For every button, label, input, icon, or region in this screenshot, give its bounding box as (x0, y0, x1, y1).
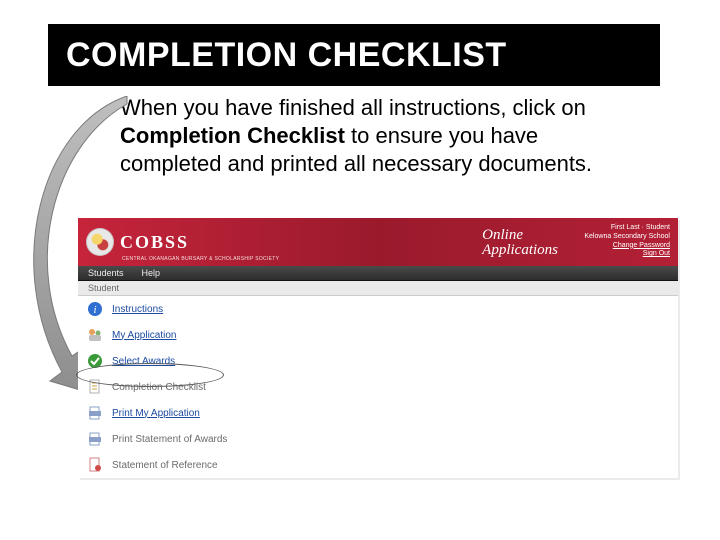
banner-title-line1: Online (482, 228, 558, 243)
slide-body-text: When you have finished all instructions,… (120, 94, 640, 178)
user-school-line: Kelowna Secondary School (584, 233, 670, 242)
print-icon (86, 431, 104, 447)
sign-out-link[interactable]: Sign Out (584, 250, 670, 259)
app-logo: COBSS (86, 228, 189, 256)
sidebar-item-label: Print Statement of Awards (112, 434, 227, 445)
people-icon (86, 327, 104, 343)
banner-title: Online Applications (482, 228, 558, 258)
app-menu-bar: Students Help (78, 266, 678, 281)
slide-title: COMPLETION CHECKLIST (66, 36, 507, 75)
sidebar-item-print-my-application[interactable]: Print My Application (78, 400, 308, 426)
sidebar-item-label: Print My Application (112, 408, 200, 419)
banner-title-line2: Applications (482, 243, 558, 258)
slide-title-bar: COMPLETION CHECKLIST (48, 24, 660, 86)
sidebar-item-statement-reference[interactable]: Statement of Reference (78, 452, 308, 478)
sidebar-item-label: Instructions (112, 304, 163, 315)
app-screenshot: COBSS CENTRAL OKANAGAN BURSARY & SCHOLAR… (78, 218, 678, 478)
logo-text: COBSS (120, 232, 189, 253)
body-bold: Completion Checklist (120, 123, 345, 148)
logo-swirl-icon (86, 228, 114, 256)
reference-icon (86, 457, 104, 473)
sidebar-item-label: Select Awards (112, 356, 175, 367)
banner-user-block: First Last · Student Kelowna Secondary S… (584, 224, 670, 259)
user-name-line: First Last · Student (584, 224, 670, 233)
check-icon (86, 353, 104, 369)
sidebar-item-select-awards[interactable]: Select Awards (78, 348, 308, 374)
svg-text:i: i (93, 304, 96, 316)
app-banner: COBSS CENTRAL OKANAGAN BURSARY & SCHOLAR… (78, 218, 678, 266)
change-password-link[interactable]: Change Password (584, 242, 670, 251)
info-icon: i (86, 301, 104, 317)
body-pre: When you have finished all instructions,… (120, 95, 586, 120)
app-sidebar: i Instructions My Application Select Awa… (78, 296, 308, 478)
sidebar-item-label: My Application (112, 330, 176, 341)
logo-subtitle: CENTRAL OKANAGAN BURSARY & SCHOLARSHIP S… (122, 256, 279, 262)
document-icon (86, 379, 104, 395)
sidebar-item-my-application[interactable]: My Application (78, 322, 308, 348)
print-icon (86, 405, 104, 421)
menu-students[interactable]: Students (88, 268, 124, 278)
menu-help[interactable]: Help (142, 268, 161, 278)
sidebar-item-instructions[interactable]: i Instructions (78, 296, 308, 322)
sidebar-item-label: Statement of Reference (112, 460, 218, 471)
app-submenu: Student (78, 281, 678, 296)
sidebar-item-completion-checklist[interactable]: Completion Checklist (78, 374, 308, 400)
sidebar-item-print-statement-awards[interactable]: Print Statement of Awards (78, 426, 308, 452)
sidebar-item-label: Completion Checklist (112, 382, 206, 393)
